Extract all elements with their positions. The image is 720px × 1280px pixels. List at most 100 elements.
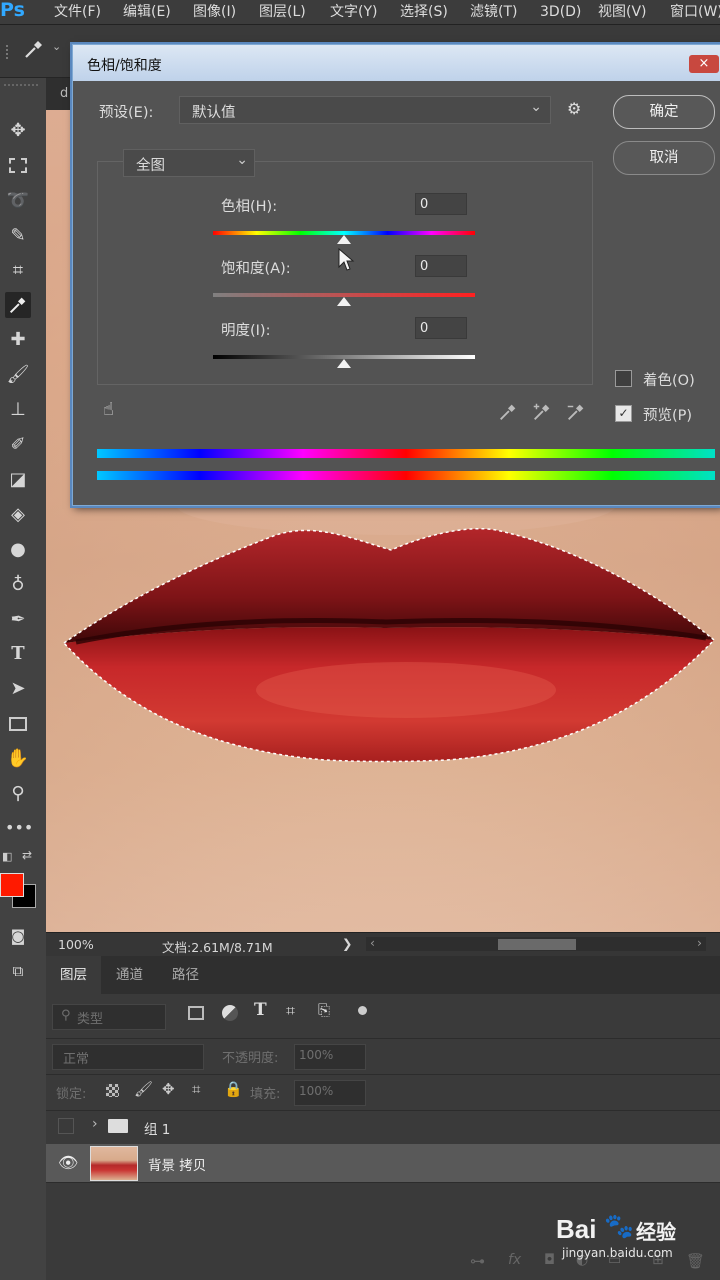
quick-mask-icon[interactable]: ◙ xyxy=(5,923,31,949)
scroll-left-icon[interactable]: ‹ xyxy=(370,935,375,950)
saturation-input[interactable]: 0 xyxy=(415,255,467,277)
blend-mode-select[interactable]: 正常 xyxy=(52,1044,204,1070)
scroll-right-icon[interactable]: › xyxy=(697,935,702,950)
gear-icon[interactable]: ⚙ xyxy=(567,99,581,118)
menu-image[interactable]: 图像(I) xyxy=(193,0,236,24)
lock-all-icon[interactable]: 🔒 xyxy=(224,1080,243,1098)
lock-pixels-icon[interactable]: 🖌 xyxy=(134,1080,153,1098)
filter-shape-icon[interactable]: ⌗ xyxy=(286,1001,295,1021)
swap-colors-icon[interactable]: ⇄ xyxy=(22,848,32,862)
targeted-adjustment-icon[interactable]: ☝ xyxy=(103,399,114,420)
crop-tool-icon[interactable]: ⌗ xyxy=(5,258,31,284)
lasso-tool-icon[interactable]: ➰ xyxy=(5,188,31,214)
eyedropper-preset-icon[interactable] xyxy=(22,37,46,61)
preset-select[interactable]: 默认值 ⌄ xyxy=(179,96,551,124)
tab-paths[interactable]: 路径 xyxy=(158,956,213,994)
saturation-label: 饱和度(A): xyxy=(221,261,291,277)
menu-type[interactable]: 文字(Y) xyxy=(330,0,377,24)
lightness-input[interactable]: 0 xyxy=(415,317,467,339)
scrollbar-thumb[interactable] xyxy=(498,939,576,950)
dialog-title-bar[interactable]: 色相/饱和度 × xyxy=(73,45,720,81)
eyedropper-tool-icon[interactable] xyxy=(5,292,31,318)
eraser-tool-icon[interactable]: ◪ xyxy=(5,467,31,493)
menu-view[interactable]: 视图(V) xyxy=(598,0,647,24)
link-layers-icon[interactable]: ⊶ xyxy=(470,1252,485,1270)
filter-toggle-icon[interactable] xyxy=(358,1006,367,1015)
menu-layer[interactable]: 图层(L) xyxy=(259,0,306,24)
layer-filter-select[interactable]: ⚲ 类型 xyxy=(52,1004,166,1030)
healing-brush-tool-icon[interactable]: ✚ xyxy=(5,327,31,353)
lock-position-icon[interactable]: ✥ xyxy=(162,1080,175,1098)
menu-3d[interactable]: 3D(D) xyxy=(540,0,581,24)
dodge-tool-icon[interactable]: ♁ xyxy=(5,572,31,598)
filter-adjustment-icon[interactable] xyxy=(222,1005,238,1021)
saturation-slider-thumb[interactable] xyxy=(337,297,351,306)
default-colors-icon[interactable]: ◧ xyxy=(2,850,12,863)
screen-mode-icon[interactable]: ⧉ xyxy=(5,958,31,984)
opacity-input[interactable]: 100% xyxy=(294,1044,366,1070)
rectangle-tool-icon[interactable] xyxy=(5,711,31,737)
channel-select[interactable]: 全图 ⌄ xyxy=(123,149,255,177)
path-select-tool-icon[interactable]: ➤ xyxy=(5,676,31,702)
colorize-checkbox[interactable] xyxy=(615,370,632,387)
chevron-down-icon[interactable]: ⌄ xyxy=(52,40,61,53)
menu-file[interactable]: 文件(F) xyxy=(54,0,101,24)
document-tab[interactable]: d xyxy=(60,86,68,101)
layer-name: 组 1 xyxy=(144,1122,171,1138)
chevron-right-icon[interactable]: › xyxy=(92,1116,98,1132)
close-icon[interactable]: × xyxy=(689,55,719,73)
add-mask-icon[interactable]: ◘ xyxy=(544,1252,555,1268)
preset-label: 预设(E): xyxy=(99,105,154,121)
hue-saturation-dialog: 色相/饱和度 × 预设(E): 默认值 ⌄ ⚙ 确定 取消 全图 ⌄ 色相(H)… xyxy=(72,44,720,506)
zoom-level[interactable]: 100% xyxy=(58,937,94,952)
eye-icon[interactable]: 👁 xyxy=(58,1153,78,1172)
pen-tool-icon[interactable]: ✒ xyxy=(5,607,31,633)
lock-artboard-icon[interactable]: ⌗ xyxy=(192,1080,200,1098)
brush-tool-icon[interactable]: 🖌 xyxy=(5,362,31,388)
panel-grip xyxy=(4,84,38,88)
cancel-button[interactable]: 取消 xyxy=(613,141,715,175)
chevron-down-icon: ⌄ xyxy=(530,99,542,115)
status-menu-arrow[interactable]: ❯ xyxy=(342,936,352,951)
filter-type-icon[interactable]: T xyxy=(254,1000,267,1020)
blur-tool-icon[interactable]: ● xyxy=(5,537,31,563)
clone-stamp-tool-icon[interactable]: ⊥ xyxy=(5,397,31,423)
paint-bucket-tool-icon[interactable]: ◈ xyxy=(5,502,31,528)
menu-select[interactable]: 选择(S) xyxy=(400,0,448,24)
lock-transparent-icon[interactable] xyxy=(106,1084,119,1097)
zoom-tool-icon[interactable]: ⚲ xyxy=(5,781,31,807)
hue-slider-thumb[interactable] xyxy=(337,235,351,244)
preview-checkbox[interactable]: ✓ xyxy=(615,405,632,422)
menu-edit[interactable]: 编辑(E) xyxy=(123,0,171,24)
eyedropper-minus-icon[interactable] xyxy=(565,401,587,427)
eyedropper-icon[interactable] xyxy=(497,401,519,427)
menu-filter[interactable]: 滤镜(T) xyxy=(470,0,517,24)
quick-select-tool-icon[interactable]: ✎ xyxy=(5,223,31,249)
filter-smart-object-icon[interactable]: ⎘ xyxy=(318,1001,330,1019)
fx-icon[interactable]: fx xyxy=(508,1252,521,1268)
layer-row-group[interactable]: › 组 1 xyxy=(46,1110,720,1145)
folder-icon xyxy=(108,1119,128,1133)
filter-pixel-icon[interactable] xyxy=(188,1006,204,1020)
lightness-slider-thumb[interactable] xyxy=(337,359,351,368)
eyedropper-plus-icon[interactable] xyxy=(531,401,553,427)
fill-label: 填充: xyxy=(250,1087,281,1102)
more-tools-icon[interactable]: ••• xyxy=(5,815,33,841)
layer-row-background-copy[interactable]: 👁 背景 拷贝 xyxy=(46,1144,720,1183)
marquee-tool-icon[interactable] xyxy=(5,153,31,179)
tab-layers[interactable]: 图层 xyxy=(46,956,101,994)
history-brush-tool-icon[interactable]: ✐ xyxy=(5,432,31,458)
fill-input[interactable]: 100% xyxy=(294,1080,366,1106)
tab-channels[interactable]: 通道 xyxy=(102,956,157,994)
adjustment-group xyxy=(97,161,593,385)
horizontal-scrollbar[interactable]: ‹ › xyxy=(366,935,706,951)
visibility-toggle-empty[interactable] xyxy=(58,1118,74,1134)
hue-input[interactable]: 0 xyxy=(415,193,467,215)
document-size: 文档:2.61M/8.71M xyxy=(162,940,273,955)
type-tool-icon[interactable]: T xyxy=(5,641,31,667)
ok-button[interactable]: 确定 xyxy=(613,95,715,129)
move-tool-icon[interactable]: ✥ xyxy=(5,118,31,144)
foreground-color-swatch[interactable] xyxy=(0,873,24,897)
menu-window[interactable]: 窗口(W) xyxy=(670,0,720,24)
hand-tool-icon[interactable]: ✋ xyxy=(5,746,31,772)
